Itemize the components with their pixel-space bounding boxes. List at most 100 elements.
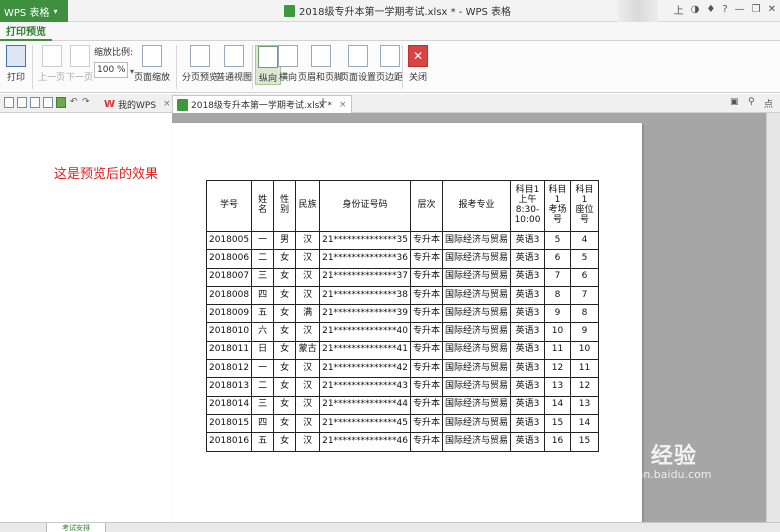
table-cell: 女 — [273, 267, 297, 287]
close-tab-icon[interactable]: × — [339, 100, 347, 110]
table-cell: 女 — [273, 249, 297, 269]
close-tab-icon[interactable]: × — [163, 99, 171, 109]
right-label: 点 — [764, 100, 774, 110]
page-zoom-button[interactable]: 页面缩放 — [134, 45, 170, 83]
page-break-icon — [190, 45, 210, 67]
table-body: 2018005 一男汉 21**************35 专升本 国际经济与贸易 英语… — [205, 230, 600, 452]
normal-view-button[interactable]: 普通视图 — [216, 45, 252, 83]
divider — [176, 45, 177, 89]
table-cell: 21**************36 — [319, 249, 411, 269]
column-header: 性别 — [273, 180, 297, 232]
table-cell: 国际经济与贸易 — [442, 359, 512, 379]
table-cell: 国际经济与贸易 — [442, 395, 512, 415]
export-icon[interactable] — [30, 97, 40, 108]
table-cell: 12 — [570, 377, 600, 397]
print-icon[interactable] — [43, 97, 53, 108]
status-bar: 考试安排 — [0, 522, 780, 532]
table-row: 2018012 一女汉 21**************42 专升本 国际经济与贸易 英语… — [205, 359, 600, 379]
table-cell: 21**************45 — [319, 413, 411, 434]
close-window-icon[interactable]: ✕ — [768, 4, 776, 15]
prev-page-label: 上一页 — [38, 73, 66, 83]
save-icon[interactable] — [17, 97, 27, 108]
redo-icon[interactable]: ↷ — [82, 97, 90, 107]
page-break-preview-button[interactable]: 分页预览 — [182, 45, 218, 83]
search-icon[interactable]: ⚲ — [748, 97, 755, 107]
minimize-icon[interactable]: — — [735, 4, 745, 15]
table-cell: 女 — [273, 395, 297, 415]
ribbon-toolbar: 打印 上一页 下一页 缩放比例: 100 % ▾ 页面缩放 分页预览 普通视图 … — [0, 41, 780, 93]
table-row: 2018010 六女汉 21**************40 专升本 国际经济与贸易 英语… — [205, 322, 600, 342]
close-preview-button[interactable]: ✕ 关闭 — [408, 45, 428, 83]
column-header: 层次 — [409, 180, 444, 232]
sheet-tab[interactable]: 考试安排 — [46, 523, 106, 532]
help-icon[interactable]: ? — [722, 4, 727, 15]
page-setup-button[interactable]: 页面设置 — [340, 45, 376, 83]
open-folder-icon[interactable] — [4, 97, 14, 108]
table-cell: 英语3 — [510, 267, 546, 287]
table-cell: 一 — [251, 359, 275, 379]
table-cell: 国际经济与贸易 — [442, 340, 512, 361]
table-cell: 汉 — [295, 249, 321, 269]
table-cell: 一 — [251, 230, 275, 251]
print-button[interactable]: 打印 — [6, 45, 26, 83]
table-row: 2018013 二女汉 21**************43 专升本 国际经济与贸易 英语… — [205, 377, 600, 397]
prev-page-button[interactable]: 上一页 — [38, 45, 65, 83]
header-footer-button[interactable]: 页眉和页脚 — [298, 45, 343, 83]
new-tab-icon[interactable]: + — [318, 95, 328, 109]
table-cell: 女 — [273, 432, 297, 452]
window-title: 2018级专升本第一学期考试.xlsx * - WPS 表格 — [284, 3, 511, 18]
table-cell: 专升本 — [409, 432, 444, 452]
margins-button[interactable]: 页边距 — [376, 45, 403, 83]
margins-icon — [379, 45, 400, 67]
table-cell: 三 — [251, 267, 275, 287]
table-cell: 21**************46 — [319, 432, 411, 452]
table-cell: 5 — [544, 230, 572, 251]
table-cell: 5 — [570, 249, 600, 269]
table-cell: 10 — [544, 322, 572, 342]
table-cell: 男 — [273, 230, 297, 251]
doc-mini-icon[interactable]: ▣ — [730, 97, 739, 107]
page-up-icon — [41, 45, 62, 67]
table-cell: 英语3 — [510, 432, 546, 452]
undo-icon[interactable]: ↶ — [70, 97, 78, 107]
tab-my-wps[interactable]: W 我的WPS × — [100, 95, 175, 113]
next-page-label: 下一页 — [66, 73, 94, 83]
watermark-logo: Bai 经验 — [600, 444, 697, 469]
table-cell: 英语3 — [510, 249, 546, 269]
app-menu-label: WPS 表格 — [4, 7, 50, 19]
table-cell: 国际经济与贸易 — [442, 249, 512, 269]
table-cell: 专升本 — [409, 304, 444, 324]
vertical-scrollbar[interactable] — [766, 113, 780, 522]
ribbon-tab-row: 打印预览 — [0, 22, 780, 41]
column-header: 身份证号码 — [319, 180, 411, 232]
skin-icon[interactable]: ◑ — [691, 4, 700, 15]
wps-app-menu-button[interactable]: WPS 表格 ▾ — [0, 0, 68, 22]
table-cell: 五 — [251, 304, 275, 324]
table-cell: 21**************38 — [319, 285, 411, 306]
table-cell: 2018010 — [205, 322, 253, 342]
table-cell: 英语3 — [510, 230, 546, 251]
table-cell: 13 — [544, 377, 572, 397]
tab-print-preview[interactable]: 打印预览 — [0, 22, 52, 41]
user-menu-button[interactable]: 上 — [674, 2, 684, 17]
table-cell: 2018015 — [205, 413, 253, 434]
table-cell: 专升本 — [409, 377, 444, 397]
zoom-select[interactable]: 100 % — [94, 62, 128, 78]
next-page-button[interactable]: 下一页 — [66, 45, 93, 83]
table-row: 2018006 二女汉 21**************36 专升本 国际经济与贸易 英语… — [205, 249, 600, 269]
bell-icon[interactable]: ♦ — [706, 4, 715, 15]
landscape-button[interactable]: 横向 — [278, 45, 298, 83]
portrait-icon — [258, 46, 278, 68]
table-cell: 专升本 — [409, 395, 444, 415]
table-cell: 7 — [544, 267, 572, 287]
preview-page: 学号 姓名 性别 民族 身份证号码 层次 报考专业 科目1 上午 8:30- 10:00 科目1 考场号… — [172, 123, 642, 522]
page-down-icon — [69, 45, 90, 67]
restore-icon[interactable]: ❐ — [752, 4, 761, 15]
print-preview-icon[interactable] — [56, 97, 66, 108]
table-cell: 英语3 — [510, 304, 546, 324]
header-footer-label: 页眉和页脚 — [298, 73, 344, 83]
table-row: 2018015 四女汉 21**************45 专升本 国际经济与贸易 英语… — [205, 413, 600, 434]
table-row: 2018009 五女满 21**************39 专升本 国际经济与贸易 英语… — [205, 304, 600, 324]
column-header: 姓名 — [251, 180, 275, 232]
table-cell: 二 — [251, 249, 275, 269]
